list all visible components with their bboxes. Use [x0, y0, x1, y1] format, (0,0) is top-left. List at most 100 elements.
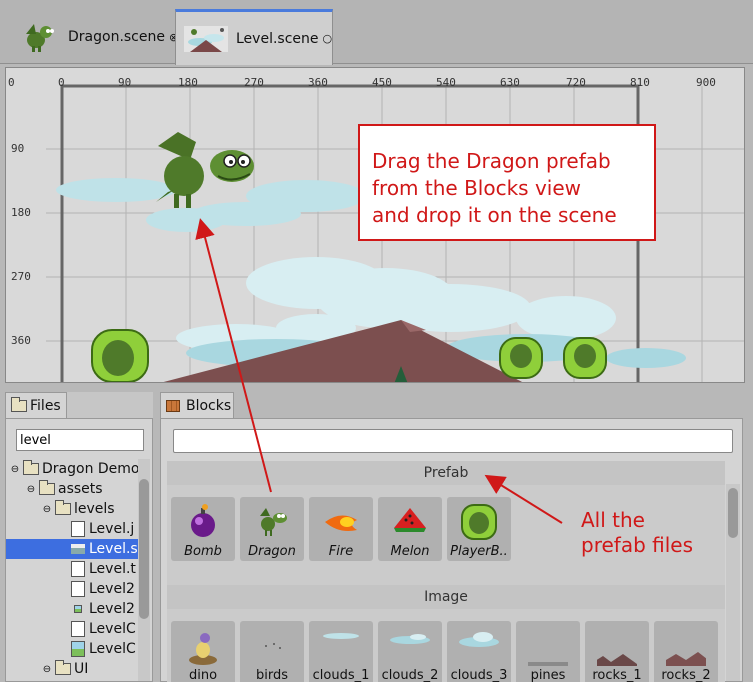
tree-item-file[interactable]: Level2	[6, 579, 146, 599]
player-button-sprite	[91, 329, 149, 382]
block-item-playerbutton[interactable]: PlayerB..	[447, 497, 511, 561]
section-header-image[interactable]: Image	[167, 585, 725, 609]
ruler-y-label: 360	[11, 334, 31, 347]
tab-label: Level.scene	[236, 30, 319, 47]
block-item-label: pines	[530, 668, 566, 682]
file-icon	[71, 581, 85, 597]
ruler-x-label: 810	[630, 76, 650, 89]
dino-icon	[183, 626, 223, 666]
ruler-x-label: 90	[118, 76, 132, 89]
tab-modified-icon[interactable]: ○	[323, 32, 333, 45]
tree-item-label: Level.t	[89, 561, 136, 577]
files-scrollbar[interactable]	[138, 459, 150, 681]
fire-button-sprite	[563, 337, 607, 379]
image-file-icon	[74, 605, 82, 613]
ruler-x-label: 720	[566, 76, 586, 89]
image-grid: dino birds clouds_1 clouds_2 clouds_3 pi…	[167, 609, 725, 682]
files-scrollbar-thumb[interactable]	[139, 479, 149, 619]
tab-blocks-label: Blocks	[186, 397, 232, 414]
block-item-label: clouds_3	[450, 668, 508, 682]
block-item-bomb[interactable]: Bomb	[171, 497, 235, 561]
tree-item-label: LevelC	[89, 641, 136, 657]
tab-blocks[interactable]: Blocks	[160, 392, 234, 418]
blocks-scrollbar-thumb[interactable]	[728, 488, 738, 538]
block-item-dragon[interactable]: Dragon	[240, 497, 304, 561]
ruler-y-label: 180	[11, 206, 31, 219]
tree-item-ui[interactable]: ⊖ UI	[6, 659, 146, 679]
file-icon	[71, 621, 85, 637]
ruler-x-label: 0	[58, 76, 65, 89]
block-item-label: birds	[255, 668, 288, 682]
annotation-prefab-files: All the prefab files	[581, 508, 694, 557]
tree-item-label: Level.j	[89, 521, 135, 537]
block-item-label: clouds_2	[381, 668, 439, 682]
collapse-icon[interactable]: ⊖	[9, 464, 21, 475]
files-panel: Files ⊖ Dragon Demo ⊖ assets ⊖ levels Le…	[5, 392, 153, 682]
tree-item-label: levels	[74, 501, 115, 517]
block-item-birds[interactable]: birds	[240, 621, 304, 682]
ruler-x-label: 360	[308, 76, 328, 89]
collapse-icon[interactable]: ⊖	[41, 664, 53, 675]
tree-item-file-selected[interactable]: Level.s	[6, 539, 146, 559]
tree-item-assets[interactable]: ⊖ assets	[6, 479, 146, 499]
block-item-label: rocks_2	[661, 668, 711, 682]
tab-level-scene[interactable]: Level.scene ○	[175, 9, 333, 65]
tree-item-label: UI	[74, 661, 89, 677]
block-item-label: Melon	[390, 544, 430, 559]
tab-label: Dragon.scene	[68, 29, 165, 45]
ruler-y-label: 270	[11, 270, 31, 283]
scene-editor[interactable]: 0 0 90 180 270 360 450 540 630 720 810 9…	[5, 67, 745, 383]
block-item-clouds-1[interactable]: clouds_1	[309, 621, 373, 682]
player-button-icon	[459, 502, 499, 542]
collapse-icon[interactable]: ⊖	[41, 504, 53, 515]
block-item-pines[interactable]: pines	[516, 621, 580, 682]
ruler-x-label: 540	[436, 76, 456, 89]
tree-item-label: Dragon Demo	[42, 461, 140, 477]
editor-tabbar: Dragon.scene ⊗ Level.scene ○	[0, 0, 753, 65]
block-item-clouds-3[interactable]: clouds_3	[447, 621, 511, 682]
tab-files[interactable]: Files	[5, 392, 67, 418]
dragon-thumbnail-icon	[16, 20, 60, 54]
collapse-icon[interactable]: ⊖	[25, 484, 37, 495]
blocks-icon	[166, 399, 180, 412]
dragon-icon	[252, 502, 292, 542]
blocks-filter-input[interactable]	[173, 429, 733, 453]
clouds-icon	[321, 626, 361, 666]
clouds-icon	[390, 626, 430, 666]
melon-icon	[390, 502, 430, 542]
tree-item-file[interactable]: Level2	[6, 599, 146, 619]
tree-item-label: Level2	[89, 581, 135, 597]
files-search-input[interactable]	[16, 429, 144, 451]
tree-item-label: assets	[58, 481, 103, 497]
folder-icon	[55, 500, 71, 515]
section-header-prefab[interactable]: Prefab	[167, 461, 725, 485]
clouds-icon	[459, 626, 499, 666]
tree-item-file[interactable]: Level.j	[6, 519, 146, 539]
tree-item-file[interactable]: LevelC	[6, 639, 146, 659]
ruler-x-label: 630	[500, 76, 520, 89]
tree-item-dragon-demo[interactable]: ⊖ Dragon Demo	[6, 459, 146, 479]
ruler-y-label: 90	[11, 142, 25, 155]
tree-item-label: Level.s	[89, 541, 138, 557]
tab-dragon-scene[interactable]: Dragon.scene ⊗	[8, 9, 178, 65]
tree-item-file[interactable]: Level.t	[6, 559, 146, 579]
tree-item-file[interactable]: LevelC	[6, 619, 146, 639]
blocks-scrollbar[interactable]	[726, 484, 740, 681]
block-item-rocks-2[interactable]: rocks_2	[654, 621, 718, 682]
folder-icon	[39, 480, 55, 495]
block-item-rocks-1[interactable]: rocks_1	[585, 621, 649, 682]
tree-item-levels[interactable]: ⊖ levels	[6, 499, 146, 519]
block-item-clouds-2[interactable]: clouds_2	[378, 621, 442, 682]
scene-file-icon	[71, 544, 85, 554]
files-tree-view: ⊖ Dragon Demo ⊖ assets ⊖ levels Level.j …	[5, 418, 153, 682]
ruler-x-label: 270	[244, 76, 264, 89]
block-item-dino[interactable]: dino	[171, 621, 235, 682]
block-item-fire[interactable]: Fire	[309, 497, 373, 561]
fire-icon	[321, 502, 361, 542]
dragon-sprite	[156, 132, 254, 208]
ruler-x-label: 900	[696, 76, 716, 89]
block-item-melon[interactable]: Melon	[378, 497, 442, 561]
ruler-x-label: 0	[8, 76, 15, 89]
image-file-icon	[71, 641, 85, 657]
bomb-icon	[183, 502, 223, 542]
